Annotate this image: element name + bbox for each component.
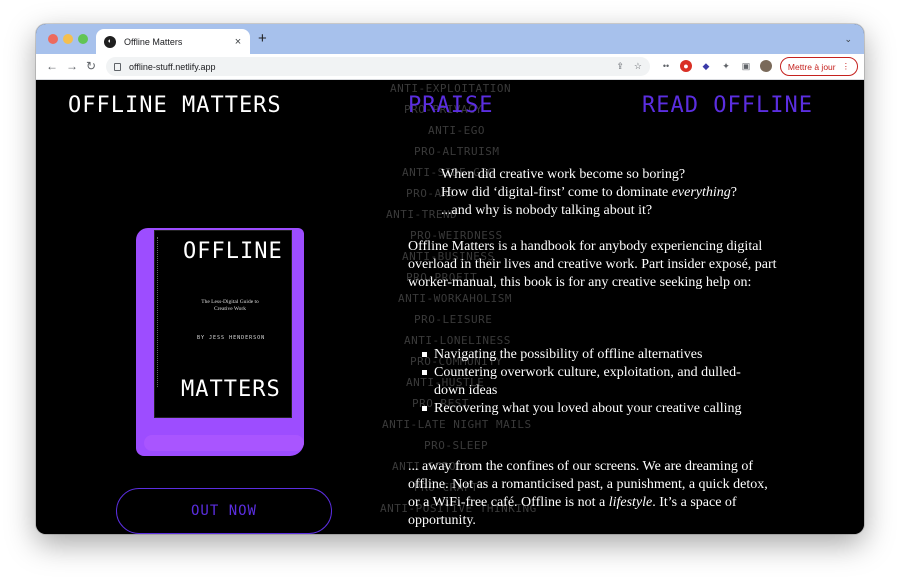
tab-offline-matters[interactable]: ◐ Offline Matters ×	[96, 29, 250, 54]
closing-paragraph: ... away from the confines of our screen…	[408, 459, 768, 528]
update-browser-button[interactable]: Mettre à jour ⋮	[780, 57, 858, 76]
background-word: ANTI-WORKAHOLISM	[398, 292, 512, 305]
book-title-bottom: MATTERS	[181, 377, 281, 402]
book-glow-shadow	[144, 435, 304, 451]
nav-link-read-offline[interactable]: READ OFFLINE	[642, 93, 813, 118]
minimize-window-button[interactable]	[63, 34, 73, 44]
url-text[interactable]: offline-stuff.netlify.app	[129, 62, 606, 72]
intro-line-3: ...and why is nobody talking about it?	[441, 203, 653, 218]
book-spine-text	[157, 237, 163, 387]
extension-dots-icon[interactable]: ••	[660, 60, 672, 72]
intro-line-2: How did ‘digital-first’ come to dominate…	[441, 185, 737, 200]
book-subtitle: The Less-Digital Guide to Creative Work	[201, 299, 259, 312]
background-word: PRO-SLEEP	[424, 439, 489, 452]
profile-avatar[interactable]	[760, 60, 772, 72]
maximize-window-button[interactable]	[78, 34, 88, 44]
lock-icon	[114, 62, 121, 71]
tab-title: Offline Matters	[124, 36, 183, 47]
background-word: PRO-LEISURE	[414, 313, 493, 326]
back-arrow-icon[interactable]: ←	[46, 59, 58, 73]
bookmark-star-icon[interactable]: ☆	[634, 61, 642, 72]
intro-questions: When did creative work become so boring?…	[441, 166, 737, 220]
book-author: BY JESS HENDERSON	[197, 335, 266, 341]
site-title[interactable]: OFFLINE MATTERS	[68, 93, 282, 118]
close-window-button[interactable]	[48, 34, 58, 44]
browser-toolbar: ← → ↻ offline-stuff.netlify.app ⇪ ☆ •• ●…	[36, 54, 864, 80]
site-favicon-icon: ◐	[104, 35, 116, 48]
tab-bar: ◐ Offline Matters × + ⌄	[36, 24, 864, 54]
more-menu-icon[interactable]: ⋮	[842, 61, 851, 72]
browser-window: ◐ Offline Matters × + ⌄ ← → ↻ offline-st…	[36, 24, 864, 534]
adblock-extension-icon[interactable]: ●	[680, 60, 692, 72]
background-word: ANTI-EGO	[428, 124, 485, 137]
tab-search-icon[interactable]: ⌄	[844, 34, 852, 45]
list-item: Recovering what you loved about your cre…	[412, 400, 752, 418]
out-now-button[interactable]: OUT NOW	[116, 488, 332, 534]
new-tab-button[interactable]: +	[258, 31, 267, 47]
address-bar[interactable]: offline-stuff.netlify.app ⇪ ☆	[106, 57, 650, 76]
page-content: ANTI-EXPLOITATION PRO-PRIVACY ANTI-EGO PRO-…	[36, 80, 864, 534]
nav-link-praise[interactable]: PRAISE	[408, 93, 493, 118]
list-item: Countering overwork culture, exploitatio…	[412, 364, 752, 400]
topics-list: Navigating the possibility of offline al…	[412, 346, 752, 418]
update-label: Mettre à jour	[787, 61, 836, 72]
tab-close-icon[interactable]: ×	[232, 36, 244, 48]
book-cover: OFFLINE The Less-Digital Guide to Creati…	[154, 230, 292, 418]
list-item: Navigating the possibility of offline al…	[412, 346, 752, 364]
puzzle-extensions-icon[interactable]: ✦	[720, 60, 732, 72]
intro-line-1: When did creative work become so boring?	[441, 167, 686, 182]
reload-icon[interactable]: ↻	[86, 59, 96, 73]
description-paragraph: Offline Matters is a handbook for anybod…	[408, 239, 777, 290]
forward-arrow-icon[interactable]: →	[66, 59, 78, 73]
background-word: PRO-ALTRUISM	[414, 145, 500, 158]
book-title-top: OFFLINE	[183, 239, 283, 264]
share-icon[interactable]: ⇪	[616, 61, 624, 72]
background-word: ANTI-LATE NIGHT MAILS	[382, 418, 532, 431]
extension-stack-icon[interactable]: ◆	[700, 60, 712, 72]
side-panel-icon[interactable]: ▣	[740, 60, 752, 72]
